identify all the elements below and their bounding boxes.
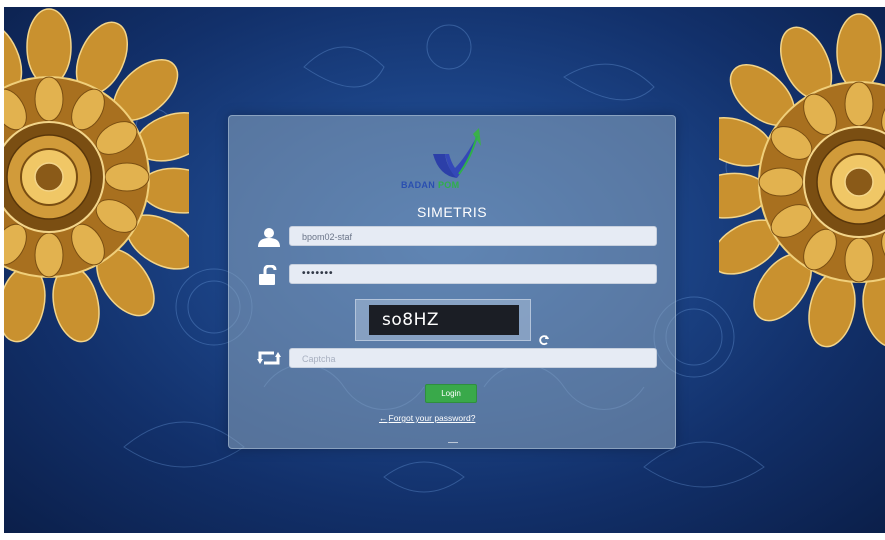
arrow-left-icon: ←: [379, 413, 388, 423]
right-mandala-ornament: [719, 13, 885, 348]
retweet-icon: [257, 351, 281, 365]
user-icon: [258, 228, 280, 247]
logo-text: BADAN POM: [401, 180, 460, 190]
username-field[interactable]: bpom02-staf: [289, 226, 657, 246]
divider: [448, 442, 458, 443]
captcha-input[interactable]: Captcha: [289, 348, 657, 368]
captcha-image: so8HZ: [369, 305, 519, 335]
login-button[interactable]: Login: [425, 384, 477, 403]
refresh-icon[interactable]: [538, 334, 550, 346]
captcha-box: so8HZ: [355, 299, 531, 341]
left-mandala-ornament: [4, 8, 189, 343]
app-title: SIMETRIS: [416, 204, 488, 220]
unlock-icon: [259, 265, 277, 285]
login-page-background: BADAN POM SIMETRIS bpom02-staf ••••••• so…: [4, 7, 885, 533]
forgot-password-link[interactable]: ←Forgot your password?: [379, 413, 475, 423]
login-card: BADAN POM SIMETRIS bpom02-staf ••••••• so…: [228, 115, 676, 449]
password-field[interactable]: •••••••: [289, 264, 657, 284]
